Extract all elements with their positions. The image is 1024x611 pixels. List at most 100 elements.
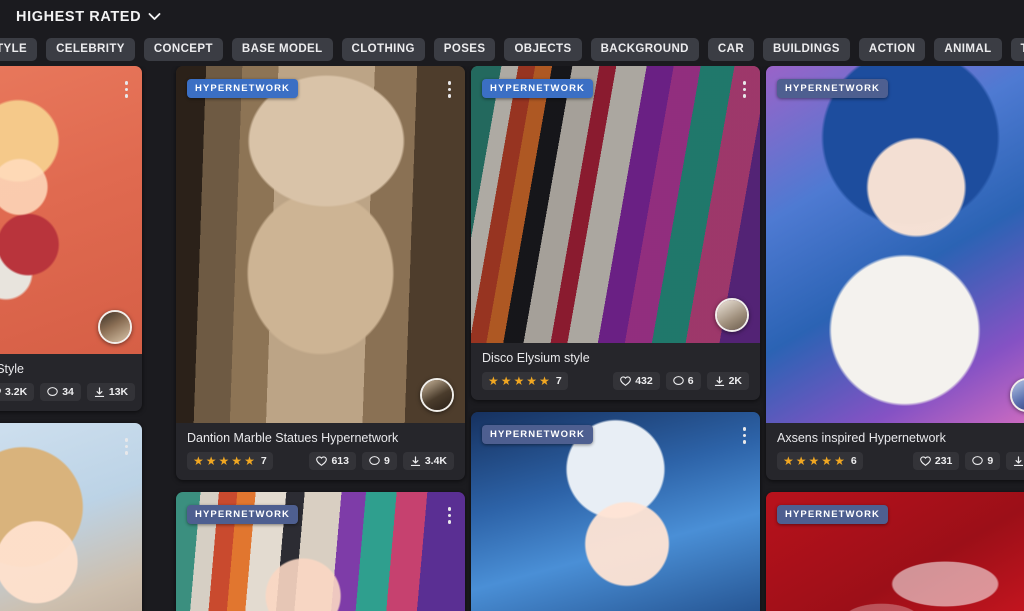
sort-dropdown[interactable]: HIGHEST RATED (16, 8, 161, 26)
more-options-icon[interactable] (445, 78, 455, 101)
like-count[interactable]: 231 (912, 452, 960, 470)
comment-count[interactable]: 34 (40, 383, 81, 401)
comment-count[interactable]: 9 (965, 452, 1001, 470)
top-bar: HIGHEST RATED STYLE CELEBRITY CONCEPT BA… (0, 0, 1024, 66)
download-count[interactable]: 2K (706, 372, 749, 390)
tag-filter-concept[interactable]: CONCEPT (143, 37, 223, 61)
like-count[interactable]: 3.2K (0, 383, 35, 401)
download-icon (1014, 455, 1024, 466)
model-card-grid: bi Style 3.2K 34 (0, 66, 1024, 611)
card-meta: Dantion Marble Statues Hypernetwork ★ ★ … (176, 423, 465, 480)
download-count[interactable]: 1. (1006, 452, 1024, 470)
heart-icon (316, 456, 328, 466)
comment-count[interactable]: 9 (361, 452, 397, 470)
more-options-icon[interactable] (445, 504, 455, 527)
model-card-blue-hair-girl[interactable]: HYPERNETWORK (471, 412, 760, 611)
avatar[interactable] (1010, 378, 1024, 412)
like-count-value: 613 (331, 455, 349, 467)
comment-count-value: 6 (687, 375, 694, 387)
card-thumbnail[interactable]: HYPERNETWORK (471, 412, 760, 611)
browse-page: HIGHEST RATED STYLE CELEBRITY CONCEPT BA… (0, 0, 1024, 611)
card-stats: ★ ★ ★ ★ ★ 7 613 9 3.4K (187, 452, 454, 470)
rating-stars[interactable]: ★ ★ ★ ★ ★ 6 (777, 452, 863, 470)
download-icon (94, 386, 105, 397)
star-icon: ★ (821, 454, 833, 468)
download-icon (714, 375, 724, 386)
rating-stars[interactable]: ★ ★ ★ ★ ★ 7 (482, 372, 568, 390)
comment-count[interactable]: 6 (665, 372, 701, 390)
more-options-icon[interactable] (122, 78, 132, 101)
card-title: Dantion Marble Statues Hypernetwork (187, 431, 399, 445)
model-type-badge: HYPERNETWORK (482, 79, 594, 98)
model-type-badge: HYPERNETWORK (187, 505, 299, 524)
star-icon: ★ (513, 374, 525, 388)
card-stat-pills: 231 9 1. (912, 452, 1024, 470)
tag-filter-style[interactable]: STYLE (0, 37, 38, 61)
more-options-icon[interactable] (740, 424, 750, 447)
grid-column-2: HYPERNETWORK Dantion Marble Statues Hype… (176, 66, 465, 611)
model-card-axsens-inspired[interactable]: HYPERNETWORK Axsens inspired Hypernetwor… (766, 66, 1024, 480)
card-title: bi Style (0, 362, 24, 376)
comment-count-value: 34 (62, 386, 74, 398)
model-card-dantion-marble-statues[interactable]: HYPERNETWORK Dantion Marble Statues Hype… (176, 66, 465, 480)
avatar[interactable] (715, 298, 749, 332)
tag-filter-poses[interactable]: POSES (433, 37, 496, 61)
tag-filter-tool[interactable]: TOOL (1010, 37, 1024, 61)
star-icon: ★ (244, 454, 255, 468)
model-type-badge: HYPERNETWORK (777, 505, 889, 524)
card-thumbnail[interactable]: HYPERNETWORK (176, 66, 465, 423)
star-icon: ★ (218, 454, 230, 468)
card-thumbnail[interactable] (0, 66, 142, 354)
star-icon: ★ (500, 374, 512, 388)
tag-filter-animal[interactable]: ANIMAL (934, 37, 1002, 61)
tag-filter-car[interactable]: CAR (707, 37, 755, 61)
tag-filter-action[interactable]: ACTION (858, 37, 926, 61)
download-count[interactable]: 3.4K (402, 452, 454, 470)
avatar[interactable] (420, 378, 454, 412)
star-icon: ★ (783, 454, 794, 468)
model-card-paint-face[interactable]: HYPERNETWORK (176, 492, 465, 611)
card-thumbnail[interactable]: HYPERNETWORK (766, 492, 1024, 611)
tag-filter-buildings[interactable]: BUILDINGS (763, 37, 850, 61)
star-icon: ★ (834, 454, 845, 468)
tag-filter-background[interactable]: BACKGROUND (590, 37, 699, 61)
download-count-value: 2K (728, 375, 742, 387)
card-thumbnail[interactable]: HYPERNETWORK (471, 66, 760, 343)
grid-column-3: HYPERNETWORK Disco Elysium style ★ ★ ★ ★ (471, 66, 760, 611)
download-icon (410, 455, 420, 466)
model-type-badge: HYPERNETWORK (482, 425, 594, 444)
star-icon: ★ (488, 374, 499, 388)
card-meta: bi Style 3.2K 34 (0, 354, 142, 411)
card-thumbnail[interactable]: HYPERNETWORK (176, 492, 465, 611)
like-count[interactable]: 432 (613, 372, 660, 390)
like-count-value: 432 (635, 375, 653, 387)
star-icon: ★ (808, 454, 820, 468)
more-options-icon[interactable] (740, 78, 750, 101)
more-options-icon[interactable] (122, 435, 132, 458)
avatar[interactable] (98, 310, 132, 344)
model-card-red-splash[interactable]: HYPERNETWORK (766, 492, 1024, 611)
grid-column-1: bi Style 3.2K 34 (0, 66, 142, 611)
star-icon: ★ (539, 374, 550, 388)
tag-filter-row[interactable]: STYLE CELEBRITY CONCEPT BASE MODEL CLOTH… (0, 34, 1024, 64)
card-thumbnail[interactable] (0, 423, 142, 611)
download-count[interactable]: 13K (86, 383, 136, 401)
model-card-blonde-portrait[interactable] (0, 423, 142, 611)
card-stat-pills: 432 6 2K (613, 372, 749, 390)
card-artwork (176, 66, 465, 423)
sort-dropdown-label: HIGHEST RATED (16, 9, 142, 25)
heart-icon (0, 388, 1, 394)
tag-filter-clothing[interactable]: CLOTHING (341, 37, 425, 61)
tag-filter-objects[interactable]: OBJECTS (504, 37, 582, 61)
card-thumbnail[interactable]: HYPERNETWORK (766, 66, 1024, 423)
card-stat-pills: 613 9 3.4K (309, 452, 454, 470)
tag-filter-celebrity[interactable]: CELEBRITY (46, 37, 135, 61)
tag-filter-base-model[interactable]: BASE MODEL (231, 37, 333, 61)
model-card-chibi-style[interactable]: bi Style 3.2K 34 (0, 66, 142, 411)
card-title: Disco Elysium style (482, 351, 590, 365)
model-card-disco-elysium-style[interactable]: HYPERNETWORK Disco Elysium style ★ ★ ★ ★ (471, 66, 760, 400)
rating-stars[interactable]: ★ ★ ★ ★ ★ 7 (187, 452, 273, 470)
card-stats: ★ ★ ★ ★ ★ 6 231 9 (777, 452, 1024, 470)
card-meta: Axsens inspired Hypernetwork ★ ★ ★ ★ ★ 6 (766, 423, 1024, 480)
like-count[interactable]: 613 (309, 452, 356, 470)
